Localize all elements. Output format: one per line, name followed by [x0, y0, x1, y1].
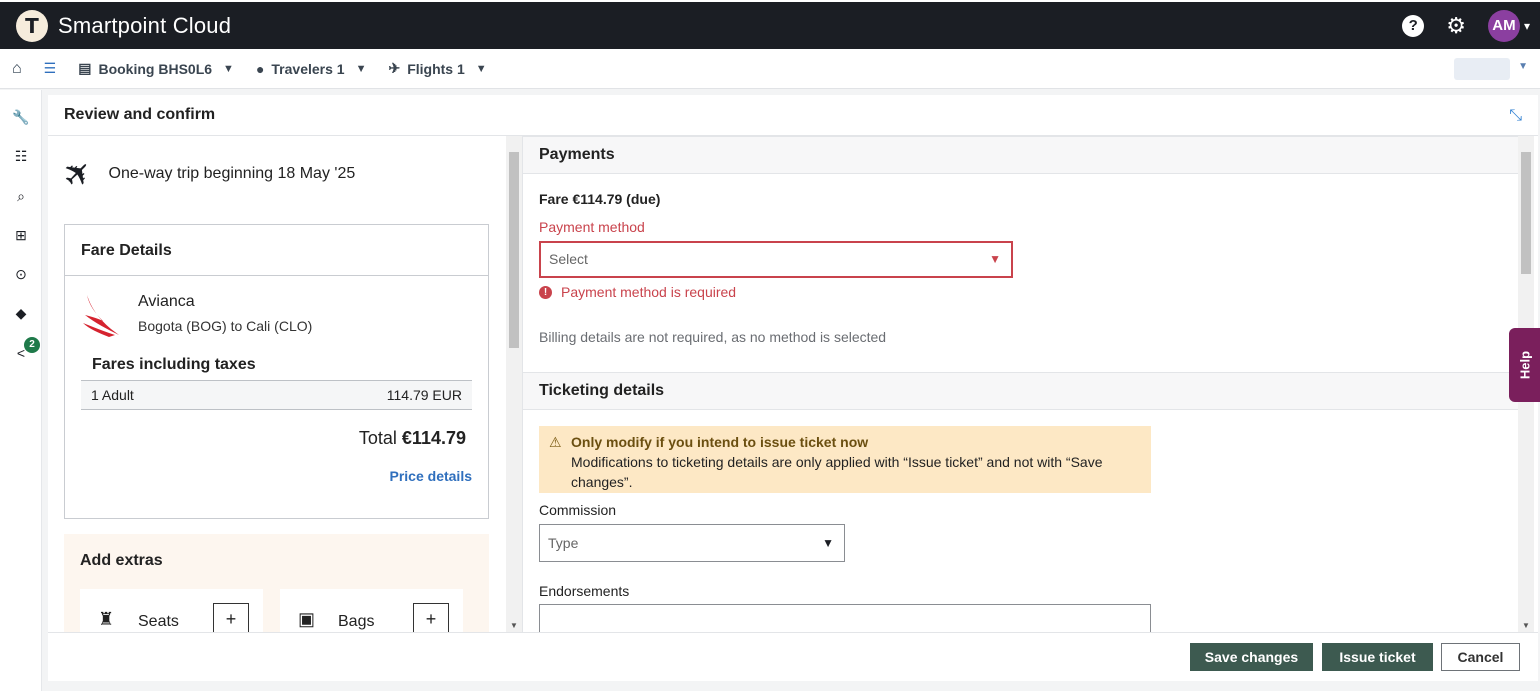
top-bar: T Smartpoint Cloud ? ⚙ AM ▾ [0, 0, 1540, 49]
search-icon[interactable]: ⌕ [12, 187, 30, 205]
scrollbar-thumb[interactable] [1521, 152, 1531, 274]
price-details-link[interactable]: Price details [390, 468, 473, 484]
chevron-down-icon: ▼ [223, 62, 234, 75]
person-icon: ● [255, 60, 265, 77]
airline-logo-icon [83, 295, 119, 337]
panel-title: Review and confirm [48, 95, 1538, 136]
airplane-icon: ✈ [54, 150, 102, 198]
flights-label: Flights 1 [407, 60, 465, 77]
total-label: Total [358, 428, 397, 448]
fare-amount: 114.79 EUR [386, 387, 462, 403]
app-logo[interactable]: T [16, 9, 48, 42]
action-footer: Save changes Issue ticket Cancel [48, 632, 1538, 681]
travelers-menu[interactable]: ● Travelers 1 ▼ [256, 61, 367, 77]
chevron-down-icon: ▼ [822, 536, 834, 550]
fare-details-title: Fare Details [65, 225, 488, 276]
share-count-badge: 2 [24, 337, 40, 353]
commission-label: Commission [539, 502, 617, 518]
flights-menu[interactable]: ✈ Flights 1 ▼ [388, 60, 486, 77]
top-bar-actions: ? ⚙ AM ▾ [1402, 2, 1530, 49]
payment-method-error: ! Payment method is required [539, 284, 736, 300]
scrollbar-thumb[interactable] [509, 152, 519, 348]
chevron-down-icon: ▾ [1523, 18, 1530, 33]
booking-menu[interactable]: ▤ Booking BHS0L6 ▼ [78, 60, 234, 77]
profile-list-icon[interactable]: ☷ [12, 147, 30, 165]
fare-due: Fare €114.79 (due) [539, 191, 661, 207]
review-panel: Review and confirm ⤡ ✈ One-way trip begi… [48, 95, 1538, 681]
passenger-type: 1 Adult [91, 387, 134, 403]
extras-title: Add extras [80, 552, 163, 569]
user-menu[interactable]: AM ▾ [1487, 9, 1530, 42]
fare-total: Total €114.79 [359, 428, 466, 449]
total-value: €114.79 [401, 428, 466, 448]
error-icon: ! [539, 285, 552, 299]
payment-method-label: Payment method [539, 219, 645, 235]
tag-icon[interactable]: ◆ [12, 304, 30, 322]
add-extras-section: Add extras ♜ Seats + ▣ Bags + [64, 534, 489, 632]
airline-name: Avianca [138, 293, 195, 310]
gear-icon[interactable]: ⚙ [1446, 14, 1466, 37]
extra-label: Bags [338, 613, 375, 630]
trip-summary: ✈ One-way trip beginning 18 May '25 [55, 150, 356, 197]
error-text: Payment method is required [561, 284, 737, 300]
document-icon: ▤ [78, 60, 92, 76]
scroll-down-arrow[interactable]: ▼ [1522, 621, 1530, 630]
extra-seats: ♜ Seats + [80, 589, 263, 632]
table-row: 1 Adult 114.79 EUR [81, 380, 472, 410]
help-tab[interactable]: Help [1509, 328, 1540, 402]
extra-label: Seats [138, 613, 179, 630]
endorsements-label: Endorsements [539, 583, 630, 599]
payments-title: Payments [523, 136, 1518, 174]
save-changes-button[interactable]: Save changes [1190, 643, 1313, 671]
add-bags-button[interactable]: + [413, 603, 449, 632]
queue-icon[interactable]: ☰ [44, 60, 57, 77]
fare-details-card: Fare Details Avianca Bogota (BOG) to Cal… [64, 224, 489, 519]
extra-bags: ▣ Bags + [280, 589, 463, 632]
app-title: Smartpoint Cloud [58, 12, 232, 38]
payment-ticketing-column: Payments Fare €114.79 (due) Payment meth… [522, 136, 1518, 632]
fares-heading: Fares including taxes [92, 356, 256, 373]
commission-placeholder: Type [548, 535, 579, 551]
zoom-search-icon[interactable]: ⊙ [12, 265, 30, 283]
chevron-down-icon: ▼ [475, 62, 487, 75]
commission-type-select[interactable]: Type ▼ [539, 524, 845, 562]
help-icon[interactable]: ? [1402, 14, 1425, 37]
left-rail: 🔧 ☷ ⌕ ⊞ ⊙ ◆ < 2 [0, 90, 42, 691]
trip-summary-column: ✈ One-way trip beginning 18 May '25 Fare… [48, 136, 506, 632]
booking-label: Booking BHS0L6 [98, 60, 213, 77]
scroll-down-arrow[interactable]: ▼ [510, 621, 518, 630]
airplane-icon: ✈ [388, 60, 401, 76]
ticketing-title: Ticketing details [523, 372, 1518, 410]
trip-summary-text: One-way trip beginning 18 May '25 [108, 165, 356, 182]
payment-method-select[interactable]: Select ▼ [539, 241, 1013, 278]
bag-icon: ▣ [298, 609, 316, 629]
warning-text: Modifications to ticketing details are o… [571, 454, 1103, 490]
context-nav: ⌂ ☰ ▤ Booking BHS0L6 ▼ ● Travelers 1 ▼ ✈… [0, 49, 1540, 89]
cancel-button[interactable]: Cancel [1441, 643, 1520, 671]
seat-icon: ♜ [98, 609, 115, 629]
left-scrollbar[interactable]: ▼ [506, 136, 522, 632]
airline-route: Bogota (BOG) to Cali (CLO) [138, 318, 313, 334]
endorsements-input[interactable] [539, 604, 1151, 632]
chevron-down-icon: ▼ [355, 62, 367, 75]
wrench-icon[interactable]: 🔧 [12, 108, 30, 126]
home-icon[interactable]: ⌂ [12, 60, 22, 78]
avatar[interactable]: AM [1487, 9, 1520, 42]
blurred-dropdown[interactable] [1454, 58, 1510, 80]
help-tab-label: Help [1517, 350, 1532, 380]
chevron-down-icon: ▼ [989, 252, 1001, 266]
billing-note: Billing details are not required, as no … [539, 329, 887, 345]
issue-ticket-button[interactable]: Issue ticket [1322, 643, 1433, 671]
payment-method-placeholder: Select [549, 251, 588, 267]
ticketing-warning: ⚠ Only modify if you intend to issue tic… [539, 426, 1151, 493]
warning-icon: ⚠ [549, 434, 562, 450]
warning-title: Only modify if you intend to issue ticke… [571, 434, 869, 450]
chevron-down-icon[interactable]: ▼ [1518, 61, 1528, 72]
cart-icon[interactable]: ⊞ [12, 226, 30, 244]
collapse-icon[interactable]: ⤡ [1509, 107, 1522, 125]
add-seats-button[interactable]: + [213, 603, 249, 632]
travelers-label: Travelers 1 [271, 60, 345, 77]
